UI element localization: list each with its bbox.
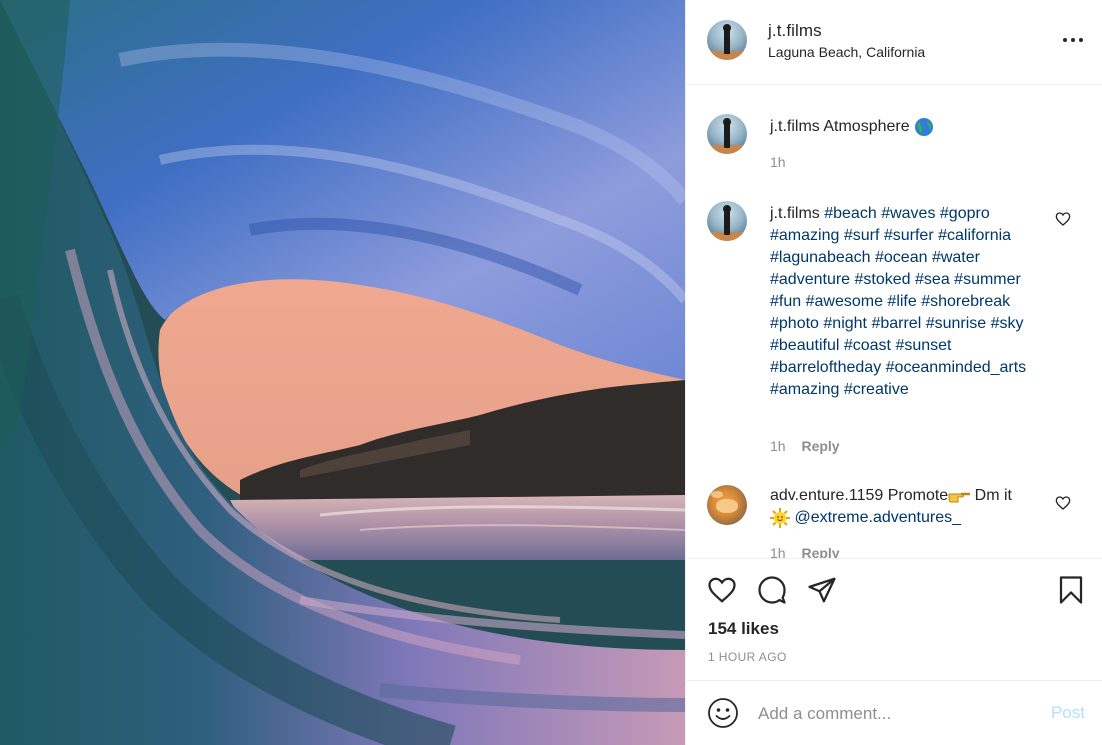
mention-link[interactable]: @extreme.adventures_ xyxy=(794,509,961,526)
post-username[interactable]: j.t.films xyxy=(768,21,822,41)
hashtag-link[interactable]: #sunrise xyxy=(926,315,986,332)
comment-meta: 1h Reply xyxy=(770,545,840,558)
hashtag-link[interactable]: #beach xyxy=(824,205,877,222)
post-timestamp[interactable]: 1 HOUR AGO xyxy=(708,650,787,664)
hashtag-link[interactable]: #creative xyxy=(844,381,909,398)
comment-body: Atmosphere xyxy=(823,118,910,135)
hashtag-link[interactable]: #sea xyxy=(915,271,950,288)
hashtag-link[interactable]: #waves xyxy=(881,205,935,222)
like-comment-heart-icon[interactable] xyxy=(1055,211,1071,227)
hashtag-link[interactable]: #california xyxy=(938,227,1011,244)
like-heart-icon[interactable] xyxy=(707,575,737,605)
post-header: j.t.films Laguna Beach, California xyxy=(686,0,1102,85)
hashtag-link[interactable]: #sunset xyxy=(895,337,951,354)
hashtag-link[interactable]: #adventure xyxy=(770,271,850,288)
hashtag-list: #beach #waves #gopro #amazing #surf #sur… xyxy=(770,205,1026,398)
pointing-hand-icon xyxy=(948,492,971,503)
reply-button[interactable]: Reply xyxy=(801,545,839,558)
comment-time: 1h xyxy=(770,545,786,558)
comment-body-2: Dm it xyxy=(974,487,1012,504)
globe-icon xyxy=(915,117,934,136)
hashtag-link[interactable]: #night xyxy=(823,315,867,332)
hashtag-link[interactable]: #fun xyxy=(770,293,801,310)
hashtag-link[interactable]: #stoked xyxy=(855,271,911,288)
comment-text: adv.enture.1159 Promote Dm it @extreme.a… xyxy=(770,485,1040,529)
comment-username[interactable]: j.t.films xyxy=(770,118,820,135)
hashtag-link[interactable]: #awesome xyxy=(806,293,883,310)
share-send-icon[interactable] xyxy=(807,575,837,605)
hashtag-link[interactable]: #sky xyxy=(991,315,1024,332)
sun-face-icon xyxy=(770,507,790,528)
hashtag-link[interactable]: #beautiful xyxy=(770,337,839,354)
comment-input[interactable] xyxy=(758,701,1028,727)
comment-username[interactable]: adv.enture.1159 xyxy=(770,487,883,504)
reply-button[interactable]: Reply xyxy=(801,438,839,454)
hashtag-link[interactable]: #ocean xyxy=(875,249,928,266)
hashtag-link[interactable]: #summer xyxy=(954,271,1021,288)
bookmark-icon[interactable] xyxy=(1056,575,1086,605)
hashtag-link[interactable]: #gopro xyxy=(940,205,990,222)
hashtag-link[interactable]: #barrel xyxy=(871,315,921,332)
hashtag-link[interactable]: #amazing xyxy=(770,227,839,244)
hashtag-link[interactable]: #lagunabeach xyxy=(770,249,871,266)
comment-text: j.t.films Atmosphere xyxy=(770,116,1040,138)
likes-count[interactable]: 154 likes xyxy=(708,619,779,639)
more-options-icon[interactable] xyxy=(1063,30,1085,50)
emoji-icon[interactable] xyxy=(707,697,739,729)
hashtag-link[interactable]: #water xyxy=(932,249,980,266)
post-panel: j.t.films Laguna Beach, California j.t.f… xyxy=(685,0,1102,745)
comment-bubble-icon[interactable] xyxy=(757,575,787,605)
comment-username[interactable]: j.t.films xyxy=(770,205,820,222)
comment-meta: 1h Reply xyxy=(770,438,840,454)
post-photo[interactable] xyxy=(0,0,685,745)
comment-time: 1h xyxy=(770,154,786,170)
avatar[interactable] xyxy=(707,20,747,60)
hashtag-link[interactable]: #coast xyxy=(844,337,891,354)
avatar[interactable] xyxy=(707,485,747,525)
hashtag-link[interactable]: #surfer xyxy=(884,227,934,244)
post-button[interactable]: Post xyxy=(1051,703,1085,723)
comments-list[interactable]: j.t.films Atmosphere 1h j.t.films #beach… xyxy=(686,86,1102,558)
like-comment-heart-icon[interactable] xyxy=(1055,495,1071,511)
hashtag-link[interactable]: #life xyxy=(887,293,916,310)
avatar[interactable] xyxy=(707,114,747,154)
comment-body: Promote xyxy=(887,487,949,504)
post-actions: 154 likes 1 HOUR AGO xyxy=(686,558,1102,691)
comment-time: 1h xyxy=(770,438,786,454)
add-comment-bar: Post xyxy=(686,680,1102,745)
hashtag-link[interactable]: #amazing xyxy=(770,381,839,398)
wave-barrel-image xyxy=(0,0,685,745)
hashtag-link[interactable]: #photo xyxy=(770,315,819,332)
comment-text: j.t.films #beach #waves #gopro #amazing … xyxy=(770,203,1040,401)
post-location[interactable]: Laguna Beach, California xyxy=(768,44,925,60)
hashtag-link[interactable]: #surf xyxy=(844,227,880,244)
hashtag-link[interactable]: #shorebreak xyxy=(921,293,1010,310)
hashtag-link[interactable]: #barreloftheday xyxy=(770,359,881,376)
hashtag-link[interactable]: #oceanminded_arts xyxy=(886,359,1027,376)
avatar[interactable] xyxy=(707,201,747,241)
